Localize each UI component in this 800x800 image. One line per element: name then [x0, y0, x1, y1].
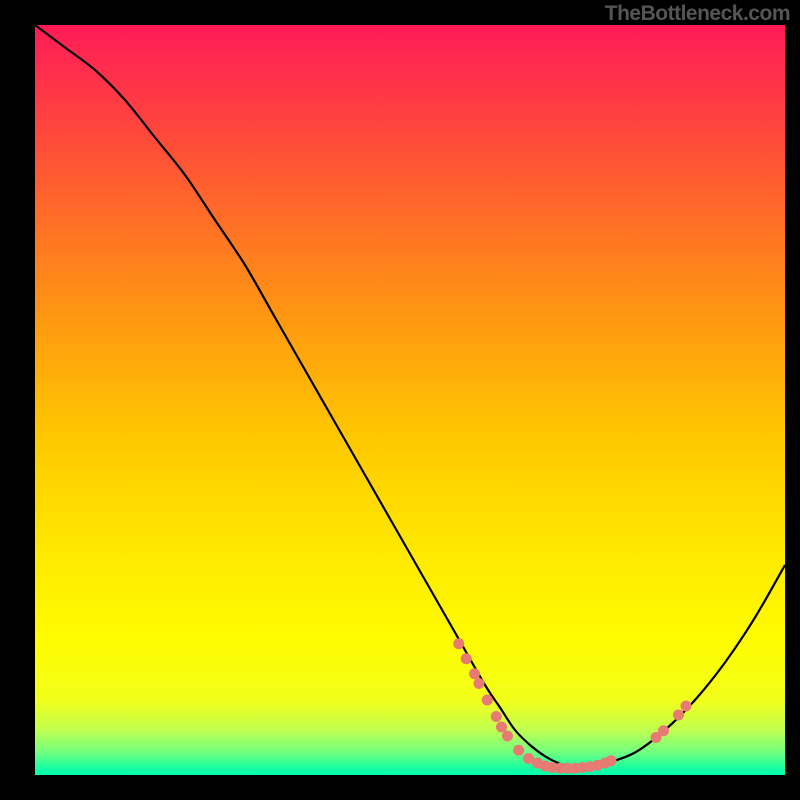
- highlight-dot: [673, 710, 684, 721]
- highlight-dots-group: [453, 638, 691, 774]
- watermark-text: TheBottleneck.com: [605, 2, 790, 26]
- highlight-dot: [513, 745, 524, 756]
- bottleneck-curve-line: [35, 25, 785, 768]
- highlight-dot: [474, 678, 485, 689]
- highlight-dot: [491, 711, 502, 722]
- highlight-dot: [496, 722, 507, 733]
- highlight-dot: [469, 668, 480, 679]
- highlight-dot: [681, 701, 692, 712]
- highlight-dot: [461, 653, 472, 664]
- highlight-dot: [606, 755, 617, 766]
- chart-svg: [35, 25, 785, 775]
- chart-plot-area: [35, 25, 785, 775]
- highlight-dot: [502, 731, 513, 742]
- highlight-dot: [453, 638, 464, 649]
- highlight-dot: [658, 725, 669, 736]
- highlight-dot: [482, 695, 493, 706]
